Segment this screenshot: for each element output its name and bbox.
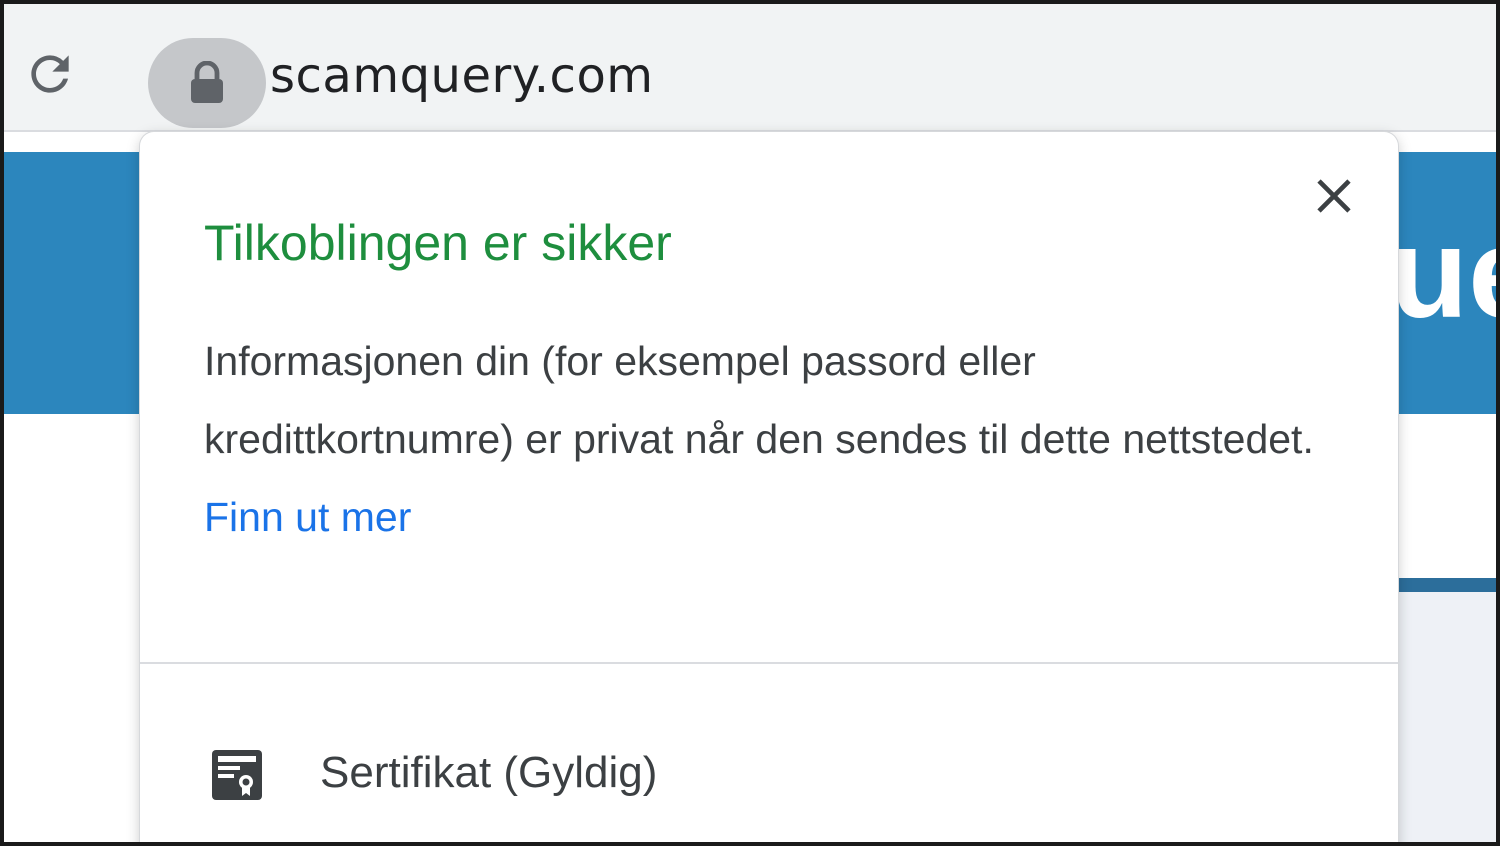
site-security-popup: Tilkoblingen er sikker Informasjonen din… xyxy=(140,132,1398,842)
reload-icon xyxy=(31,55,69,93)
certificate-icon xyxy=(212,750,262,800)
certificate-row[interactable]: Sertifikat (Gyldig) xyxy=(140,712,1398,832)
close-button[interactable] xyxy=(1310,172,1358,220)
page-content-panel xyxy=(1394,592,1496,842)
learn-more-link[interactable]: Finn ut mer xyxy=(204,494,411,540)
certificate-label[interactable]: Sertifikat (Gyldig) xyxy=(320,748,657,798)
reload-button[interactable] xyxy=(20,44,80,104)
description-text: Informasjonen din (for eksempel passord … xyxy=(204,338,1314,462)
popup-divider xyxy=(140,662,1398,664)
close-icon xyxy=(1317,179,1351,213)
address-bar[interactable]: scamquery.com xyxy=(144,32,1496,130)
browser-toolbar: scamquery.com xyxy=(4,4,1496,130)
certificate-label-text: Sertifikat xyxy=(320,748,492,797)
page-divider-stripe xyxy=(1394,578,1496,592)
page-banner-text: ue xyxy=(1390,202,1496,345)
site-info-button[interactable] xyxy=(148,38,266,128)
browser-window: ue scamquery.com Tilkoblingen er xyxy=(0,0,1500,846)
popup-title: Tilkoblingen er sikker xyxy=(204,215,672,271)
url-text[interactable]: scamquery.com xyxy=(270,48,654,104)
popup-description: Informasjonen din (for eksempel passord … xyxy=(204,322,1334,556)
lock-icon xyxy=(191,61,223,103)
certificate-status: (Gyldig) xyxy=(503,748,658,797)
